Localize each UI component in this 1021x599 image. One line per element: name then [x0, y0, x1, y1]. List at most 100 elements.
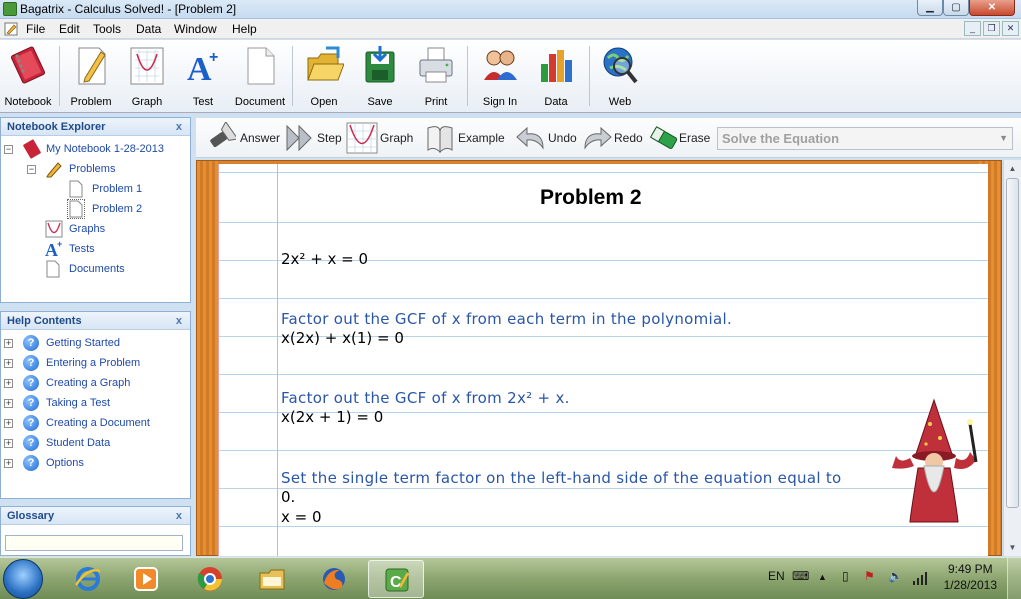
ie-taskbar-button[interactable]	[60, 560, 116, 598]
menu-edit[interactable]: Edit	[59, 22, 80, 36]
toolbar-separator	[292, 46, 293, 106]
step-description: Set the single term factor on the left-h…	[281, 469, 842, 487]
sign-in-button[interactable]: Sign In	[472, 44, 528, 110]
scroll-thumb[interactable]	[1006, 178, 1019, 508]
step-button[interactable]: Step	[285, 122, 342, 154]
media-player-taskbar-button[interactable]	[118, 560, 174, 598]
glossary-close-button[interactable]: x	[176, 507, 182, 525]
menu-help[interactable]: Help	[232, 22, 257, 36]
expand-toggle[interactable]: +	[4, 419, 13, 428]
menu-window[interactable]: Window	[174, 22, 217, 36]
graph-solution-button[interactable]: Graph	[346, 122, 413, 154]
redo-button[interactable]: Redo	[581, 122, 643, 154]
wizard-mascot-icon[interactable]	[890, 398, 980, 526]
battery-icon[interactable]: ▯	[842, 569, 849, 583]
scroll-down-button[interactable]: ▼	[1004, 539, 1021, 556]
help-item[interactable]: Getting Started	[46, 337, 120, 349]
svg-text:C: C	[390, 574, 402, 591]
taskbar-clock[interactable]: 9:49 PM 1/28/2013	[944, 561, 997, 593]
mdi-restore-button[interactable]: ❐	[983, 21, 1000, 36]
volume-icon[interactable]: 🔈	[888, 569, 903, 583]
undo-label: Undo	[548, 131, 577, 145]
language-indicator[interactable]: EN	[768, 569, 785, 583]
menu-tools[interactable]: Tools	[93, 22, 121, 36]
test-button[interactable]: A + Test	[175, 44, 231, 110]
web-button[interactable]: Web	[592, 44, 648, 110]
menu-data[interactable]: Data	[136, 22, 161, 36]
collapse-toggle[interactable]: −	[4, 145, 13, 154]
keyboard-icon[interactable]: ⌨	[792, 569, 809, 583]
save-label: Save	[367, 96, 393, 108]
help-contents-close-button[interactable]: x	[176, 312, 182, 330]
answer-button[interactable]: Answer	[204, 122, 280, 154]
help-icon: ?	[23, 395, 39, 411]
minimize-button[interactable]: ▁	[917, 0, 943, 16]
document-button[interactable]: Document	[232, 44, 288, 110]
tree-item-tests[interactable]: Tests	[69, 243, 95, 255]
tree-item-graphs[interactable]: Graphs	[69, 223, 105, 235]
undo-button[interactable]: Undo	[515, 122, 577, 154]
notebook-button[interactable]: Notebook	[0, 44, 56, 110]
open-button[interactable]: Open	[296, 44, 352, 110]
glossary-search-input[interactable]	[5, 535, 183, 551]
help-item[interactable]: Creating a Document	[46, 417, 150, 429]
explorer-taskbar-button[interactable]	[244, 560, 300, 598]
help-item[interactable]: Taking a Test	[46, 397, 110, 409]
expand-toggle[interactable]: +	[4, 339, 13, 348]
help-item[interactable]: Options	[46, 457, 84, 469]
open-label: Open	[310, 96, 338, 108]
tree-item-problems[interactable]: Problems	[69, 163, 115, 175]
action-center-icon[interactable]: ⚑	[864, 569, 875, 583]
window-title: Bagatrix - Calculus Solved! - [Problem 2…	[20, 2, 237, 16]
pencil-icon[interactable]	[4, 22, 18, 36]
mdi-close-button[interactable]: ✕	[1002, 21, 1019, 36]
network-signal-icon[interactable]	[912, 570, 928, 586]
expand-toggle[interactable]: +	[4, 399, 13, 408]
notebook-explorer-close-button[interactable]: x	[176, 118, 182, 136]
maximize-button[interactable]: ▢	[943, 0, 969, 16]
step-description-continued: 0.	[281, 488, 296, 506]
bagatrix-taskbar-button[interactable]: C	[368, 560, 424, 598]
show-desktop-button[interactable]	[1007, 558, 1021, 599]
step-description: Factor out the GCF of x from 2x² + x.	[281, 389, 570, 407]
svg-text:+: +	[209, 49, 218, 66]
firefox-icon	[323, 568, 345, 590]
web-label: Web	[608, 96, 632, 108]
graph-button[interactable]: Graph	[119, 44, 175, 110]
erase-button[interactable]: Erase	[648, 122, 712, 154]
menu-file[interactable]: File	[26, 22, 45, 36]
example-button[interactable]: Example	[424, 122, 505, 154]
firefox-taskbar-button[interactable]	[306, 560, 362, 598]
expand-toggle[interactable]: +	[4, 439, 13, 448]
tree-item-documents[interactable]: Documents	[69, 263, 125, 275]
print-button[interactable]: Print	[408, 44, 464, 110]
show-hidden-icons-icon[interactable]: ▲	[818, 572, 827, 582]
save-icon	[365, 46, 395, 83]
chrome-taskbar-button[interactable]	[182, 560, 238, 598]
help-item[interactable]: Creating a Graph	[46, 377, 130, 389]
tree-item-problem-1[interactable]: Problem 1	[92, 183, 142, 195]
start-button[interactable]	[3, 559, 43, 599]
problem-button[interactable]: Problem	[63, 44, 119, 110]
close-button[interactable]: ✕	[969, 0, 1015, 16]
notebook-page[interactable]	[218, 164, 988, 556]
printer-icon	[419, 47, 453, 83]
expand-toggle[interactable]: +	[4, 359, 13, 368]
mdi-minimize-button[interactable]: _	[964, 21, 981, 36]
data-button[interactable]: Data	[528, 44, 584, 110]
help-contents-header: Help Contents x	[1, 312, 190, 330]
scroll-up-button[interactable]: ▲	[1004, 160, 1021, 177]
tree-item-problem-2[interactable]: Problem 2	[92, 203, 142, 215]
save-button[interactable]: Save	[352, 44, 408, 110]
help-item[interactable]: Student Data	[46, 437, 110, 449]
expand-toggle[interactable]: +	[4, 459, 13, 468]
tree-item-notebook[interactable]: My Notebook 1-28-2013	[46, 143, 164, 155]
expand-toggle[interactable]: +	[4, 379, 13, 388]
notebook-scrollbar[interactable]: ▲ ▼	[1003, 160, 1021, 556]
glossary-title: Glossary	[7, 510, 55, 522]
help-item[interactable]: Entering a Problem	[46, 357, 140, 369]
solve-method-select[interactable]: Solve the Equation ▼	[717, 127, 1013, 150]
collapse-toggle[interactable]: −	[27, 165, 36, 174]
app-icon	[3, 2, 17, 16]
pencil-icon	[46, 162, 62, 178]
